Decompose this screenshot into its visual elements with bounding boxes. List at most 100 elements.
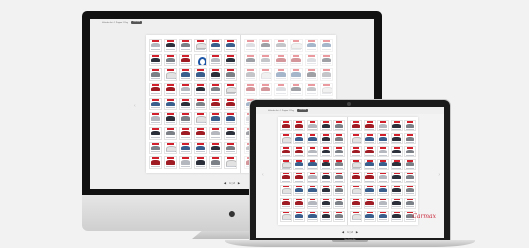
vehicle-thumbnail[interactable] — [377, 210, 389, 222]
vehicle-thumbnail[interactable] — [319, 132, 332, 145]
vehicle-thumbnail[interactable] — [350, 145, 362, 158]
vehicle-thumbnail[interactable] — [164, 53, 177, 67]
vehicle-thumbnail[interactable] — [280, 197, 292, 210]
vehicle-thumbnail[interactable] — [280, 132, 292, 145]
vehicle-thumbnail[interactable] — [306, 184, 319, 197]
vehicle-thumbnail[interactable] — [209, 53, 222, 67]
vehicle-thumbnail[interactable] — [194, 83, 207, 96]
vehicle-thumbnail[interactable] — [404, 158, 416, 171]
vehicle-thumbnail[interactable] — [390, 145, 403, 158]
vehicle-thumbnail[interactable] — [209, 39, 222, 52]
vehicle-thumbnail[interactable] — [194, 68, 207, 81]
vehicle-thumbnail[interactable] — [209, 141, 222, 155]
vehicle-thumbnail[interactable] — [319, 39, 333, 52]
macbook-catalogue-spread[interactable] — [278, 117, 418, 225]
vehicle-thumbnail[interactable] — [209, 156, 222, 169]
vehicle-thumbnail[interactable] — [304, 53, 318, 67]
vehicle-thumbnail[interactable] — [293, 120, 306, 132]
chevron-left-icon[interactable]: ‹ — [262, 172, 264, 178]
vehicle-thumbnail[interactable] — [390, 132, 403, 145]
vehicle-thumbnail[interactable] — [149, 141, 162, 155]
vehicle-thumbnail[interactable] — [274, 83, 288, 96]
vehicle-thumbnail[interactable] — [179, 141, 192, 155]
vehicle-thumbnail[interactable] — [390, 210, 403, 222]
vehicle-thumbnail[interactable] — [377, 197, 389, 210]
vehicle-thumbnail[interactable] — [179, 53, 192, 67]
chevron-left-icon[interactable]: ‹ — [134, 104, 136, 109]
vehicle-thumbnail[interactable] — [280, 145, 292, 158]
vehicle-thumbnail[interactable] — [333, 132, 345, 145]
vehicle-thumbnail[interactable] — [306, 171, 319, 184]
vehicle-thumbnail[interactable] — [293, 184, 306, 197]
vehicle-thumbnail[interactable] — [390, 120, 403, 132]
vehicle-thumbnail[interactable] — [274, 53, 288, 67]
vehicle-thumbnail[interactable] — [319, 184, 332, 197]
vehicle-thumbnail[interactable] — [350, 132, 362, 145]
vehicle-thumbnail[interactable] — [149, 39, 162, 52]
vehicle-thumbnail[interactable] — [209, 68, 222, 81]
vehicle-thumbnail[interactable] — [363, 171, 376, 184]
vehicle-thumbnail[interactable] — [363, 145, 376, 158]
vehicle-thumbnail[interactable] — [377, 120, 389, 132]
vehicle-thumbnail[interactable] — [306, 158, 319, 171]
vehicle-thumbnail[interactable] — [280, 171, 292, 184]
vehicle-thumbnail[interactable] — [404, 171, 416, 184]
vehicle-thumbnail[interactable] — [350, 197, 362, 210]
vehicle-thumbnail[interactable] — [304, 39, 318, 52]
vehicle-thumbnail[interactable] — [209, 112, 222, 125]
vehicle-thumbnail[interactable] — [363, 197, 376, 210]
prev-page-button[interactable]: ◀ — [342, 230, 344, 234]
vehicle-thumbnail[interactable] — [404, 145, 416, 158]
vehicle-thumbnail[interactable] — [306, 132, 319, 145]
vehicle-thumbnail[interactable] — [194, 112, 207, 125]
vehicle-thumbnail[interactable] — [244, 53, 258, 67]
vehicle-thumbnail[interactable] — [224, 39, 237, 52]
vehicle-thumbnail[interactable] — [209, 127, 222, 140]
vehicle-thumbnail[interactable] — [293, 171, 306, 184]
vehicle-thumbnail[interactable] — [363, 210, 376, 222]
vehicle-thumbnail[interactable] — [306, 145, 319, 158]
vehicle-thumbnail[interactable] — [293, 145, 306, 158]
vehicle-thumbnail[interactable] — [333, 210, 345, 222]
vehicle-thumbnail[interactable] — [363, 120, 376, 132]
vehicle-thumbnail[interactable] — [404, 184, 416, 197]
vehicle-thumbnail[interactable] — [333, 184, 345, 197]
chevron-right-icon[interactable]: › — [438, 172, 440, 178]
vehicle-thumbnail[interactable] — [224, 53, 237, 67]
brand-logo-thumbnail[interactable] — [194, 53, 207, 67]
vehicle-thumbnail[interactable] — [333, 145, 345, 158]
vehicle-thumbnail[interactable] — [149, 68, 162, 81]
vehicle-thumbnail[interactable] — [179, 68, 192, 81]
vehicle-thumbnail[interactable] — [280, 120, 292, 132]
vehicle-thumbnail[interactable] — [293, 210, 306, 222]
vehicle-thumbnail[interactable] — [304, 68, 318, 81]
vehicle-thumbnail[interactable] — [289, 83, 303, 96]
vehicle-thumbnail[interactable] — [377, 184, 389, 197]
vehicle-thumbnail[interactable] — [209, 97, 222, 111]
vehicle-thumbnail[interactable] — [377, 171, 389, 184]
vehicle-thumbnail[interactable] — [280, 158, 292, 171]
vehicle-thumbnail[interactable] — [293, 158, 306, 171]
vehicle-thumbnail[interactable] — [350, 171, 362, 184]
vehicle-thumbnail[interactable] — [319, 68, 333, 81]
vehicle-thumbnail[interactable] — [259, 39, 273, 52]
vehicle-thumbnail[interactable] — [149, 127, 162, 140]
vehicle-thumbnail[interactable] — [259, 83, 273, 96]
vehicle-thumbnail[interactable] — [164, 112, 177, 125]
vehicle-thumbnail[interactable] — [274, 68, 288, 81]
vehicle-thumbnail[interactable] — [179, 156, 192, 169]
vehicle-thumbnail[interactable] — [390, 184, 403, 197]
vehicle-thumbnail[interactable] — [224, 112, 237, 125]
vehicle-thumbnail[interactable] — [224, 141, 237, 155]
vehicle-thumbnail[interactable] — [350, 120, 362, 132]
vehicle-thumbnail[interactable] — [363, 132, 376, 145]
vehicle-thumbnail[interactable] — [280, 210, 292, 222]
vehicle-thumbnail[interactable] — [319, 145, 332, 158]
vehicle-thumbnail[interactable] — [164, 97, 177, 111]
toolbar-online-button[interactable]: ONLINE — [130, 21, 143, 24]
vehicle-thumbnail[interactable] — [377, 132, 389, 145]
vehicle-thumbnail[interactable] — [149, 53, 162, 67]
vehicle-thumbnail[interactable] — [259, 68, 273, 81]
vehicle-thumbnail[interactable] — [390, 158, 403, 171]
vehicle-thumbnail[interactable] — [319, 171, 332, 184]
